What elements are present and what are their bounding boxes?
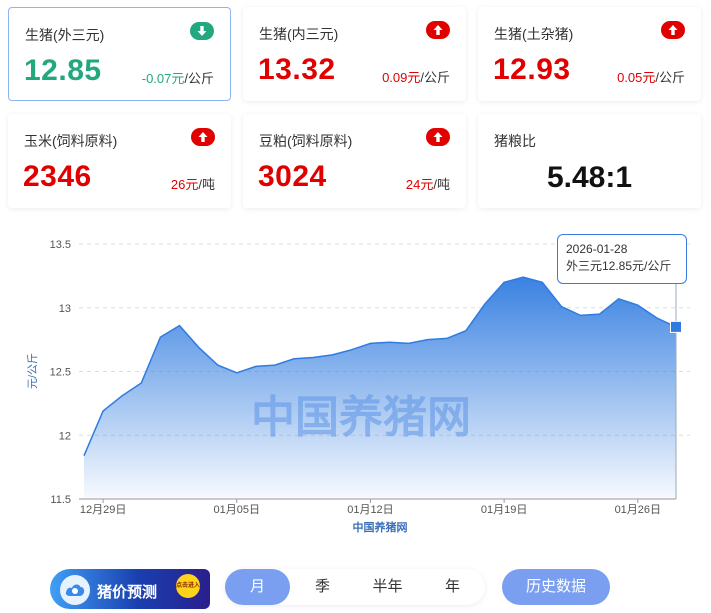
card-label: 玉米(饲料原料) <box>24 133 118 149</box>
x-tick-label: 01月12日 <box>347 504 393 516</box>
y-tick-label: 13.5 <box>50 239 71 251</box>
card-label: 生猪(土杂猪) <box>494 26 574 42</box>
y-tick-label: 13 <box>59 303 71 315</box>
promo-text: 猪价预测 <box>97 584 158 601</box>
price-card-tu-za-zhu[interactable]: 生猪(土杂猪) 12.93 0.05元/公斤 <box>478 7 701 101</box>
x-axis-title: 中国养猪网 <box>353 520 408 534</box>
x-tick-label: 01月26日 <box>615 504 661 516</box>
y-tick-label: 12 <box>59 430 71 442</box>
card-label: 生猪(外三元) <box>25 27 105 43</box>
price-card-soybean-meal[interactable]: 豆粕(饲料原料) 3024 24元/吨 <box>243 114 466 208</box>
y-tick-label: 11.5 <box>50 494 71 506</box>
card-change: 26元/吨 <box>170 177 215 192</box>
card-value: 13.32 <box>258 53 336 86</box>
watermark: 中国养猪网 <box>251 393 471 442</box>
hover-point[interactable] <box>670 320 682 333</box>
cloud-logo-icon <box>60 575 90 605</box>
card-change: -0.07元/公斤 <box>141 71 214 86</box>
arrow-up-icon <box>661 21 685 39</box>
card-change: 0.09元/公斤 <box>382 70 450 85</box>
price-card-corn[interactable]: 玉米(饲料原料) 2346 26元/吨 <box>8 114 231 208</box>
x-tick-label: 12月29日 <box>80 504 126 516</box>
chart-tooltip: 2026-01-28 外三元12.85元/公斤 <box>557 234 687 284</box>
tab-year[interactable]: 年 <box>420 569 485 605</box>
card-label: 猪粮比 <box>494 133 536 149</box>
card-label: 生猪(内三元) <box>259 26 339 42</box>
price-card-wai-san-yuan[interactable]: 生猪(外三元) 12.85 -0.07元/公斤 <box>8 7 231 101</box>
tab-half-year[interactable]: 半年 <box>355 569 420 605</box>
arrow-up-icon <box>191 128 215 146</box>
tooltip-date: 2026-01-28 <box>566 242 628 256</box>
y-axis-title: 元/公斤 <box>26 353 39 389</box>
x-tick-label: 01月05日 <box>214 504 260 516</box>
price-card-pig-grain-ratio[interactable]: 猪粮比 5.48:1 <box>478 114 701 208</box>
price-card-nei-san-yuan[interactable]: 生猪(内三元) 13.32 0.09元/公斤 <box>243 7 466 101</box>
arrow-up-icon <box>426 128 450 146</box>
card-value: 3024 <box>258 160 327 193</box>
card-label: 豆粕(饲料原料) <box>259 133 353 149</box>
card-change: 24元/吨 <box>405 177 450 192</box>
arrow-down-icon <box>190 22 214 40</box>
arrow-up-icon <box>426 21 450 39</box>
card-value: 12.93 <box>493 53 571 86</box>
card-value: 2346 <box>23 160 92 193</box>
tab-month[interactable]: 月 <box>225 569 290 605</box>
x-tick-label: 01月19日 <box>481 504 527 516</box>
promo-badge: 点击进入 <box>176 574 200 598</box>
price-area <box>84 277 676 499</box>
tab-quarter[interactable]: 季 <box>290 569 355 605</box>
y-tick-label: 12.5 <box>50 367 71 379</box>
y-axis: 13.5 13 12.5 12 11.5 <box>50 239 71 506</box>
card-value: 12.85 <box>24 54 102 87</box>
x-axis: 12月29日 01月05日 01月12日 01月19日 01月26日 <box>80 499 661 516</box>
card-change: 0.05元/公斤 <box>617 70 685 85</box>
period-tabs: 月 季 半年 年 <box>225 569 485 605</box>
history-data-button[interactable]: 历史数据 <box>502 569 610 605</box>
tooltip-value: 外三元12.85元/公斤 <box>566 259 672 273</box>
card-value: 5.48:1 <box>546 161 633 194</box>
